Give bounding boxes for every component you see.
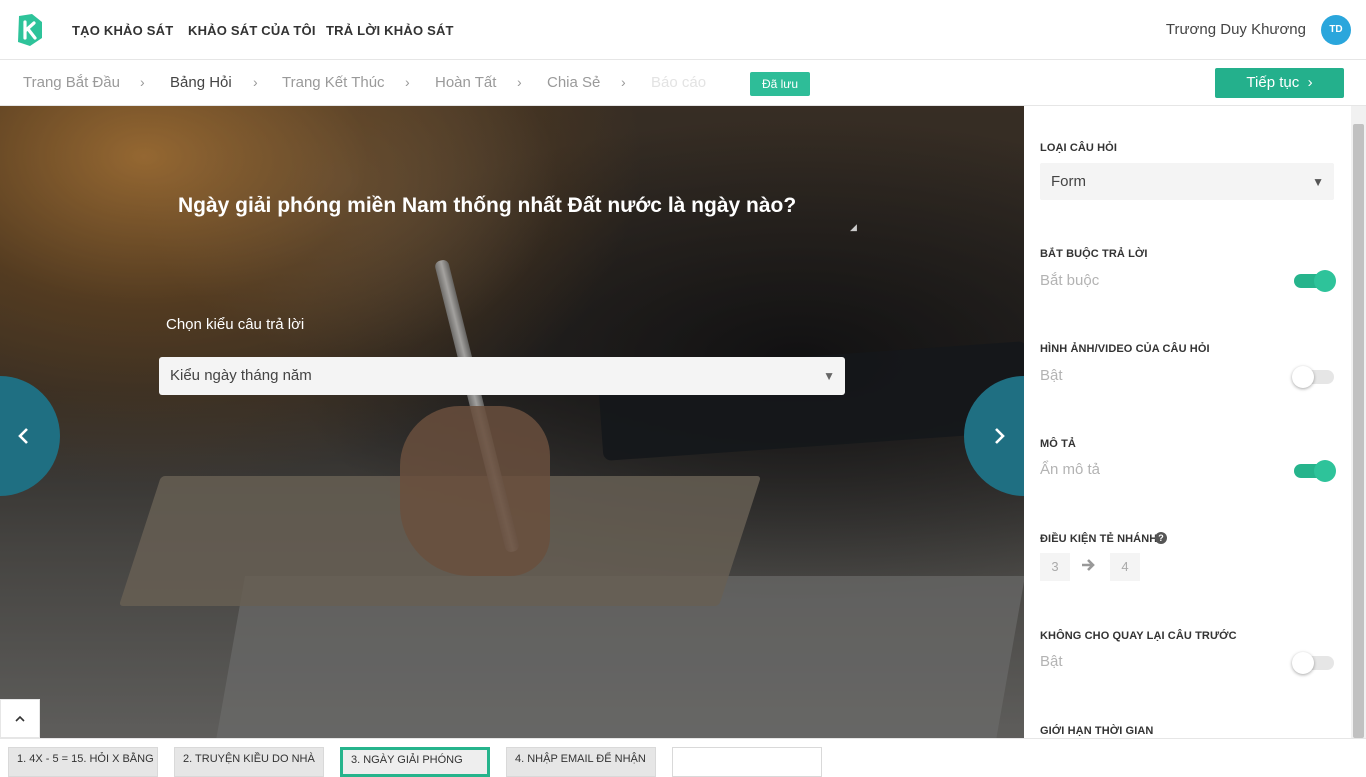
no-back-sub: Bật — [1040, 653, 1063, 670]
question-tab-2[interactable]: 2. TRUYỆN KIỀU DO NHÀ — [174, 747, 324, 777]
description-label: MÔ TẢ — [1040, 438, 1076, 450]
no-back-toggle[interactable] — [1292, 652, 1334, 674]
answer-type-label: Chọn kiểu câu trả lời — [166, 316, 305, 333]
time-limit-label: GIỚI HẠN THỜI GIAN — [1040, 725, 1154, 737]
required-sub: Bắt buộc — [1040, 272, 1100, 289]
resize-grip-icon[interactable]: ◢ — [850, 222, 860, 232]
branch-to-box[interactable]: 4 — [1110, 553, 1140, 581]
question-tabs-bar: 1. 4X - 5 = 15. HỎI X BẰNG 2. TRUYỆN KIỀ… — [0, 738, 1366, 777]
toggle-knob — [1292, 366, 1314, 388]
question-title-input[interactable]: Ngày giải phóng miền Nam thống nhất Đất … — [178, 194, 858, 218]
branch-from-box[interactable]: 3 — [1040, 553, 1070, 581]
step-end-page[interactable]: Trang Kết Thúc — [282, 74, 385, 91]
question-type-select[interactable]: Form ▼ — [1040, 163, 1334, 200]
no-back-label: KHÔNG CHO QUAY LẠI CÂU TRƯỚC — [1040, 630, 1237, 642]
chevron-up-icon — [15, 715, 25, 722]
question-tab-3[interactable]: 3. NGÀY GIẢI PHÓNG — [340, 747, 490, 777]
question-type-value: Form — [1051, 173, 1086, 190]
nav-answer-surveys[interactable]: TRẢ LỜI KHẢO SÁT — [326, 23, 454, 38]
step-complete[interactable]: Hoàn Tất — [435, 74, 496, 91]
logo-icon[interactable] — [16, 14, 44, 46]
collapse-tabs-button[interactable] — [0, 699, 40, 738]
continue-label: Tiếp tục — [1246, 74, 1300, 91]
chevron-left-icon — [18, 428, 28, 444]
answer-type-value: Kiểu ngày tháng năm — [170, 367, 312, 384]
step-breadcrumb: Trang Bắt Đầu › Bảng Hỏi › Trang Kết Thú… — [0, 60, 1366, 106]
question-tab-1[interactable]: 1. 4X - 5 = 15. HỎI X BẰNG — [8, 747, 158, 777]
user-name[interactable]: Trương Duy Khương — [1166, 21, 1306, 38]
step-share[interactable]: Chia Sẻ — [547, 74, 600, 91]
branch-condition-label: ĐIỀU KIỆN TẺ NHÁNH — [1040, 533, 1158, 545]
toggle-knob — [1314, 460, 1336, 482]
required-label: BẮT BUỘC TRẢ LỜI — [1040, 248, 1148, 260]
step-start-page[interactable]: Trang Bắt Đầu — [23, 74, 120, 91]
chevron-right-icon: › — [1303, 74, 1313, 91]
chevron-right-icon: › — [253, 74, 258, 90]
answer-type-select[interactable]: Kiểu ngày tháng năm ▼ — [159, 357, 845, 395]
media-sub: Bật — [1040, 367, 1063, 384]
nav-my-surveys[interactable]: KHẢO SÁT CỦA TÔI — [188, 23, 316, 38]
required-toggle[interactable] — [1294, 270, 1336, 292]
chevron-right-icon: › — [517, 74, 522, 90]
add-question-tab[interactable] — [672, 747, 822, 777]
chevron-right-icon: › — [140, 74, 145, 90]
description-sub: Ẩn mô tả — [1040, 461, 1101, 478]
chevron-right-icon — [995, 428, 1005, 444]
caret-down-icon: ▼ — [823, 369, 835, 383]
saved-badge: Đã lưu — [750, 72, 810, 96]
continue-button[interactable]: Tiếp tục › — [1215, 68, 1344, 98]
panel-scrollbar[interactable] — [1351, 106, 1366, 738]
toggle-knob — [1314, 270, 1336, 292]
help-icon[interactable]: ? — [1155, 532, 1167, 544]
question-tab-4[interactable]: 4. NHẬP EMAIL ĐỂ NHẬN — [506, 747, 656, 777]
top-navbar: TẠO KHẢO SÁT KHẢO SÁT CỦA TÔI TRẢ LỜI KH… — [0, 0, 1366, 60]
chevron-right-icon: › — [405, 74, 410, 90]
question-editor-stage: Ngày giải phóng miền Nam thống nhất Đất … — [0, 106, 1024, 738]
step-report: Báo cáo — [651, 74, 707, 91]
question-settings-panel: LOẠI CÂU HỎI Form ▼ BẮT BUỘC TRẢ LỜI Bắt… — [1024, 106, 1351, 738]
description-toggle[interactable] — [1294, 460, 1336, 482]
media-label: HÌNH ẢNH/VIDEO CỦA CÂU HỎI — [1040, 343, 1210, 355]
caret-down-icon: ▼ — [1312, 175, 1324, 189]
media-toggle[interactable] — [1292, 366, 1334, 388]
avatar[interactable]: TD — [1321, 15, 1351, 45]
step-questionnaire[interactable]: Bảng Hỏi — [170, 74, 232, 91]
arrow-right-icon — [1082, 559, 1095, 571]
nav-create-survey[interactable]: TẠO KHẢO SÁT — [72, 23, 173, 38]
chevron-right-icon: › — [621, 74, 626, 90]
scrollbar-thumb[interactable] — [1353, 124, 1364, 738]
question-type-label: LOẠI CÂU HỎI — [1040, 142, 1117, 154]
toggle-knob — [1292, 652, 1314, 674]
